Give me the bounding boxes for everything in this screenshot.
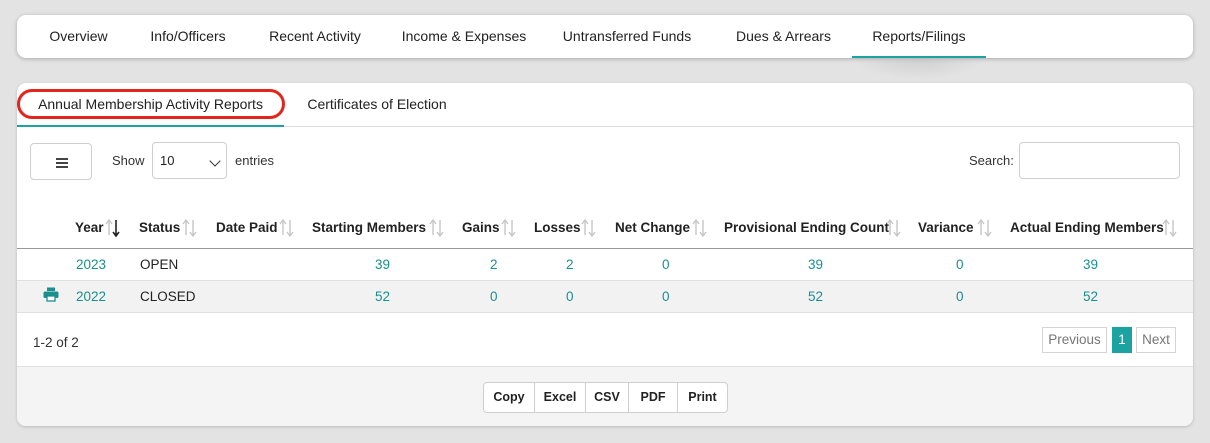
column-header-starting-members[interactable]: Starting Members bbox=[312, 202, 452, 254]
tab-annual-membership-activity-reports[interactable]: Annual Membership Activity Reports bbox=[17, 83, 284, 127]
column-visibility-button[interactable] bbox=[30, 143, 92, 180]
sort-icon bbox=[886, 218, 901, 238]
csv-button[interactable]: CSV bbox=[585, 382, 629, 413]
gains-cell: 2 bbox=[490, 257, 498, 272]
losses-cell: 2 bbox=[566, 257, 574, 272]
column-header-label: Gains bbox=[462, 220, 500, 235]
provisional-ending-count-cell: 52 bbox=[808, 289, 824, 304]
active-tab-shadow bbox=[852, 58, 986, 80]
tab-certificates-of-election[interactable]: Certificates of Election bbox=[284, 83, 470, 127]
tab-overview[interactable]: Overview bbox=[40, 15, 117, 58]
table-row: 2022 CLOSED 52 0 0 0 52 0 52 bbox=[17, 281, 1193, 312]
year-link[interactable]: 2022 bbox=[76, 289, 106, 304]
table-info-summary: 1-2 of 2 bbox=[33, 335, 79, 350]
chevron-down-icon bbox=[209, 155, 221, 167]
row-divider bbox=[17, 312, 1193, 313]
actual-ending-members-cell: 39 bbox=[1083, 257, 1099, 272]
column-header-label: Year bbox=[75, 220, 104, 235]
column-header-gains[interactable]: Gains bbox=[462, 202, 524, 254]
tab-recent-activity[interactable]: Recent Activity bbox=[260, 15, 370, 58]
column-header-losses[interactable]: Losses bbox=[534, 202, 604, 254]
column-header-actual-ending-members[interactable]: Actual Ending Members bbox=[1010, 202, 1185, 254]
tab-income-expenses[interactable]: Income & Expenses bbox=[394, 15, 534, 58]
starting-members-cell: 52 bbox=[375, 289, 391, 304]
reports-card: Annual Membership Activity Reports Certi… bbox=[17, 83, 1193, 426]
sort-icon bbox=[429, 218, 444, 238]
main-tab-bar: Overview Info/Officers Recent Activity I… bbox=[17, 15, 1193, 58]
column-header-label: Date Paid bbox=[216, 220, 278, 235]
column-header-year[interactable]: Year bbox=[75, 202, 137, 254]
column-header-label: Variance bbox=[918, 220, 974, 235]
print-icon[interactable] bbox=[43, 287, 59, 302]
sort-icon bbox=[1162, 218, 1177, 238]
sort-icon bbox=[977, 218, 992, 238]
tab-reports-filings[interactable]: Reports/Filings bbox=[852, 15, 986, 58]
sort-descending-icon bbox=[105, 218, 120, 238]
column-header-net-change[interactable]: Net Change bbox=[615, 202, 715, 254]
sort-icon bbox=[581, 218, 596, 238]
export-toolbar: Copy Excel CSV PDF Print bbox=[17, 366, 1193, 426]
column-header-variance[interactable]: Variance bbox=[918, 202, 1000, 254]
copy-button[interactable]: Copy bbox=[483, 382, 535, 413]
previous-page-button[interactable]: Previous bbox=[1042, 327, 1107, 353]
reports-sub-tab-bar: Annual Membership Activity Reports Certi… bbox=[17, 83, 1193, 127]
column-header-label: Status bbox=[139, 220, 181, 235]
year-link[interactable]: 2023 bbox=[76, 257, 106, 272]
entries-select[interactable]: 10 bbox=[152, 142, 227, 179]
starting-members-cell: 39 bbox=[375, 257, 391, 272]
search-label: Search: bbox=[969, 153, 1014, 168]
sort-icon bbox=[501, 218, 516, 238]
column-header-label: Provisional Ending Count bbox=[724, 220, 889, 235]
sort-icon bbox=[182, 218, 197, 238]
tab-dues-arrears[interactable]: Dues & Arrears bbox=[726, 15, 841, 58]
column-header-date-paid[interactable]: Date Paid bbox=[216, 202, 302, 254]
net-change-cell: 0 bbox=[662, 257, 670, 272]
next-page-button[interactable]: Next bbox=[1136, 327, 1176, 353]
variance-cell: 0 bbox=[956, 257, 964, 272]
column-header-status[interactable]: Status bbox=[139, 202, 209, 254]
print-button[interactable]: Print bbox=[677, 382, 728, 413]
excel-button[interactable]: Excel bbox=[534, 382, 586, 413]
menu-icon bbox=[56, 158, 68, 170]
status-cell: CLOSED bbox=[140, 289, 196, 304]
column-header-label: Starting Members bbox=[312, 220, 427, 235]
sort-icon bbox=[279, 218, 294, 238]
sort-icon bbox=[692, 218, 707, 238]
gains-cell: 0 bbox=[490, 289, 498, 304]
column-header-label: Actual Ending Members bbox=[1010, 220, 1164, 235]
column-header-label: Losses bbox=[534, 220, 581, 235]
column-header-provisional-ending-count[interactable]: Provisional Ending Count bbox=[724, 202, 909, 254]
entries-select-value: 10 bbox=[160, 153, 175, 168]
net-change-cell: 0 bbox=[662, 289, 670, 304]
pdf-button[interactable]: PDF bbox=[628, 382, 678, 413]
actual-ending-members-cell: 52 bbox=[1083, 289, 1099, 304]
entries-label: entries bbox=[235, 153, 275, 168]
current-page-button[interactable]: 1 bbox=[1112, 327, 1132, 353]
table-row: 2023 OPEN 39 2 2 0 39 0 39 bbox=[17, 249, 1193, 280]
column-header-label: Net Change bbox=[615, 220, 691, 235]
show-label: Show bbox=[112, 153, 145, 168]
variance-cell: 0 bbox=[956, 289, 964, 304]
tab-untransferred-funds[interactable]: Untransferred Funds bbox=[557, 15, 697, 58]
tab-info-officers[interactable]: Info/Officers bbox=[138, 15, 238, 58]
status-cell: OPEN bbox=[140, 257, 179, 272]
losses-cell: 0 bbox=[566, 289, 574, 304]
search-input[interactable] bbox=[1019, 142, 1180, 179]
provisional-ending-count-cell: 39 bbox=[808, 257, 824, 272]
